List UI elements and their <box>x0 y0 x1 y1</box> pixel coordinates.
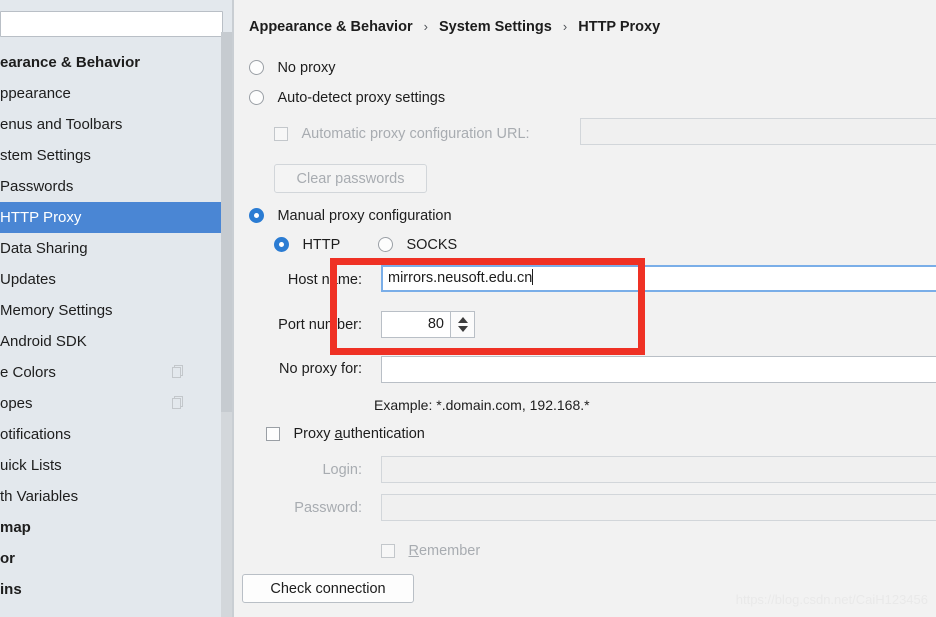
host-name-label: Host name: <box>287 272 362 288</box>
sidebar-item[interactable]: otifications <box>0 419 233 450</box>
spinner-up-icon[interactable] <box>458 317 468 323</box>
sidebar-item-label: ppearance <box>0 85 71 102</box>
manual-proxy-radio-row[interactable]: Manual proxy configuration <box>249 207 452 225</box>
sidebar-item-label: opes <box>0 395 33 412</box>
password-label: Password: <box>294 500 362 516</box>
settings-tree: earance & Behavior ppearance enus and Tool… <box>0 43 233 605</box>
auto-detect-proxy-label: Auto-detect proxy settings <box>277 89 446 106</box>
sidebar-item-label: otifications <box>0 426 71 443</box>
sidebar-item[interactable]: uick Lists <box>0 450 233 481</box>
spinner-down-icon[interactable] <box>458 326 468 332</box>
breadcrumb-http-proxy: HTTP Proxy <box>578 19 661 35</box>
sidebar-item-label: e Colors <box>0 364 56 381</box>
sidebar-item[interactable]: th Variables <box>0 481 233 512</box>
manual-proxy-label: Manual proxy configuration <box>277 207 452 224</box>
breadcrumb-appearance-behavior[interactable]: Appearance & Behavior <box>249 19 413 35</box>
sidebar-scrollbar-thumb[interactable] <box>221 32 232 412</box>
sidebar-item-label: earance & Behavior <box>0 54 141 71</box>
sidebar-item[interactable]: Memory Settings <box>0 295 233 326</box>
sidebar-item[interactable]: or <box>0 543 233 574</box>
port-number-stepper[interactable]: 80 <box>381 311 475 338</box>
socks-radio-row[interactable]: SOCKS <box>378 236 457 254</box>
auto-detect-radio-row[interactable]: Auto-detect proxy settings <box>249 89 445 107</box>
settings-sidebar: earance & Behavior ppearance enus and Tool… <box>0 0 233 617</box>
port-number-input[interactable]: 80 <box>381 311 451 338</box>
search-input[interactable] <box>0 11 223 37</box>
manual-proxy-radio[interactable] <box>249 208 264 224</box>
no-proxy-for-input[interactable] <box>381 356 936 383</box>
sidebar-item-label: th Variables <box>0 488 79 505</box>
remember-label: Remember <box>408 542 481 559</box>
sidebar-item[interactable]: ins <box>0 574 233 605</box>
sidebar-item-label: ins <box>0 581 22 598</box>
http-proxy-panel: Appearance & Behavior › System Settings … <box>233 0 936 617</box>
chevron-right-icon: › <box>423 19 428 34</box>
sidebar-item-label: map <box>0 519 31 536</box>
sidebar-item[interactable]: Android SDK <box>0 326 233 357</box>
sidebar-item[interactable]: ppearance <box>0 78 233 109</box>
proxy-authentication-checkbox[interactable] <box>266 426 280 441</box>
proxy-auth-row[interactable]: Proxy authentication <box>266 425 425 443</box>
sidebar-item-label: or <box>0 550 15 567</box>
sidebar-item[interactable]: stem Settings <box>0 140 233 171</box>
sidebar-scroll-content: earance & Behavior ppearance enus and Tool… <box>0 0 233 605</box>
sidebar-item[interactable]: earance & Behavior <box>0 47 233 78</box>
settings-dialog: earance & Behavior ppearance enus and Tool… <box>0 0 936 617</box>
login-input[interactable] <box>381 456 936 483</box>
port-number-label: Port number: <box>278 317 362 333</box>
sidebar-item[interactable]: opes <box>0 388 233 419</box>
no-proxy-radio[interactable] <box>249 60 264 76</box>
proxy-authentication-label: Proxy authentication <box>293 425 425 442</box>
no-proxy-for-label: No proxy for: <box>279 361 362 377</box>
socks-label: SOCKS <box>406 236 458 253</box>
login-label: Login: <box>322 462 362 478</box>
pac-url-label: Automatic proxy configuration URL: <box>301 125 530 142</box>
sidebar-item[interactable]: Passwords <box>0 171 233 202</box>
chevron-right-icon: › <box>562 19 568 34</box>
password-input[interactable] <box>381 494 936 521</box>
sidebar-item-label: enus and Toolbars <box>0 116 123 133</box>
sidebar-item-label: Data Sharing <box>0 240 88 257</box>
copy-icon[interactable] <box>172 365 185 379</box>
clear-passwords-button[interactable]: Clear passwords <box>274 164 427 193</box>
sidebar-item[interactable]: Updates <box>0 264 233 295</box>
pac-url-checkbox[interactable] <box>274 126 288 141</box>
example-hint: Example: *.domain.com, 192.168.* <box>374 397 590 413</box>
sidebar-item-label: uick Lists <box>0 457 62 474</box>
breadcrumb-system-settings[interactable]: System Settings <box>439 19 552 35</box>
http-radio-row[interactable]: HTTP <box>274 236 340 254</box>
http-radio[interactable] <box>274 237 289 253</box>
breadcrumb: Appearance & Behavior › System Settings … <box>249 19 660 35</box>
socks-radio[interactable] <box>378 237 393 253</box>
sidebar-item[interactable]: enus and Toolbars <box>0 109 233 140</box>
check-connection-button[interactable]: Check connection <box>242 574 414 603</box>
copy-icon[interactable] <box>172 396 185 410</box>
sidebar-item-label: Passwords <box>0 178 74 195</box>
remember-row[interactable]: Remember <box>381 542 480 560</box>
auto-detect-proxy-radio[interactable] <box>249 90 264 106</box>
sidebar-item[interactable]: Data Sharing <box>0 233 233 264</box>
port-spinner-buttons[interactable] <box>451 311 475 338</box>
sidebar-item[interactable]: map <box>0 512 233 543</box>
http-label: HTTP <box>302 236 341 253</box>
sidebar-item-label: Updates <box>0 271 56 288</box>
sidebar-item[interactable]: HTTP Proxy <box>0 202 233 233</box>
sidebar-item-label: Memory Settings <box>0 302 113 319</box>
host-name-input[interactable]: mirrors.neusoft.edu.cn <box>381 265 936 292</box>
sidebar-item-label: Android SDK <box>0 333 87 350</box>
pac-url-input[interactable] <box>580 118 936 145</box>
sidebar-item-label: stem Settings <box>0 147 91 164</box>
sidebar-item[interactable]: e Colors <box>0 357 233 388</box>
watermark: https://blog.csdn.net/CaiH123456 <box>735 592 928 607</box>
sidebar-search-wrap <box>0 0 233 43</box>
text-caret <box>532 269 534 285</box>
host-name-value: mirrors.neusoft.edu.cn <box>388 270 533 286</box>
no-proxy-label: No proxy <box>277 59 336 76</box>
pac-url-row[interactable]: Automatic proxy configuration URL: <box>274 125 530 143</box>
no-proxy-radio-row[interactable]: No proxy <box>249 59 335 77</box>
sidebar-item-label: HTTP Proxy <box>0 209 82 226</box>
remember-checkbox[interactable] <box>381 543 395 558</box>
